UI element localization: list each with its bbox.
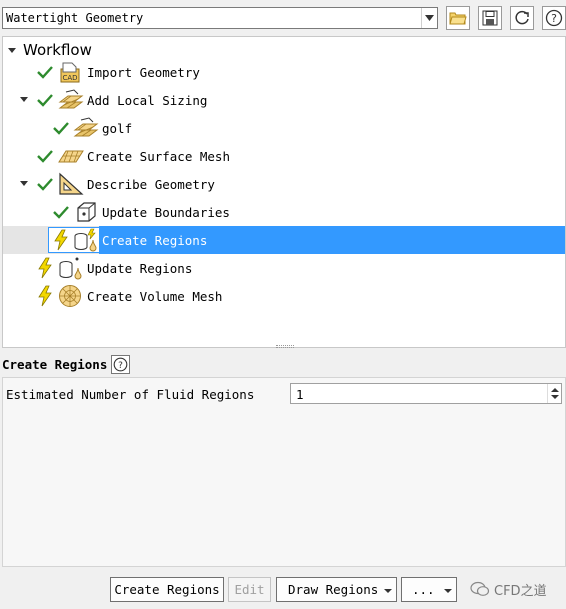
check-icon	[37, 150, 53, 163]
tree-item-label: Create Surface Mesh	[87, 149, 230, 164]
tree-item-create-surface-mesh[interactable]: Create Surface Mesh	[3, 142, 565, 170]
check-icon	[37, 178, 53, 191]
expand-arrow-icon[interactable]	[20, 97, 28, 102]
edit-button[interactable]: Edit	[228, 577, 271, 602]
refresh-icon	[515, 10, 529, 25]
tree-item-label: Import Geometry	[87, 65, 200, 80]
tree-root-label: Workflow	[23, 41, 92, 59]
tree-item-label: golf	[102, 121, 133, 136]
tree-item-create-regions[interactable]: Create Regions	[3, 226, 565, 254]
check-icon	[37, 66, 53, 79]
help-icon: ?	[114, 357, 128, 371]
describe-geometry-icon	[59, 172, 84, 195]
draw-regions-button[interactable]: Draw Regions	[276, 577, 397, 602]
task-title: Create Regions	[2, 356, 108, 372]
edit-button-label: Edit	[234, 582, 265, 597]
task-header: Create Regions ?	[2, 353, 131, 375]
lightning-icon	[38, 257, 52, 279]
expand-arrow-icon[interactable]	[8, 47, 16, 53]
chevron-down-icon[interactable]	[444, 589, 452, 593]
check-icon	[37, 94, 53, 107]
lightning-icon	[38, 285, 52, 307]
tree-root[interactable]: Workflow	[5, 40, 92, 60]
check-icon	[53, 206, 69, 219]
watermark-text: CFD之道	[494, 583, 547, 599]
help-button[interactable]: ?	[542, 6, 566, 30]
local-sizing-icon	[58, 89, 84, 109]
create-regions-button[interactable]: Create Regions	[110, 577, 224, 602]
wechat-icon	[470, 581, 490, 596]
svg-text:?: ?	[118, 361, 123, 371]
tree-item-import-geometry[interactable]: CAD Import Geometry	[3, 58, 565, 86]
update-regions-icon	[59, 257, 82, 280]
expand-arrow-icon[interactable]	[20, 181, 28, 186]
tree-item-label: Describe Geometry	[87, 177, 215, 192]
save-button[interactable]	[478, 6, 502, 30]
fluid-regions-value: 1	[296, 387, 304, 402]
lightning-icon	[54, 229, 68, 251]
tree-item-golf[interactable]: golf	[3, 114, 565, 142]
create-regions-button-label: Create Regions	[114, 582, 220, 597]
svg-text:?: ?	[551, 12, 557, 25]
task-help-button[interactable]: ?	[111, 354, 131, 374]
cad-import-icon: CAD	[60, 62, 80, 83]
tree-item-add-local-sizing[interactable]: Add Local Sizing	[3, 86, 565, 114]
workflow-type-value: Watertight Geometry	[6, 11, 144, 25]
panel-splitter[interactable]	[276, 345, 294, 348]
tree-item-label: Update Boundaries	[102, 205, 230, 220]
help-icon: ?	[545, 9, 563, 27]
tree-item-label: Add Local Sizing	[87, 93, 208, 108]
fluid-regions-label: Estimated Number of Fluid Regions	[6, 387, 255, 402]
tree-item-update-boundaries[interactable]: Update Boundaries	[3, 198, 565, 226]
tree-item-create-volume-mesh[interactable]: Create Volume Mesh	[3, 282, 565, 310]
tree-item-update-regions[interactable]: Update Regions	[3, 254, 565, 282]
open-folder-icon	[449, 12, 467, 25]
tree-item-describe-geometry[interactable]: Describe Geometry	[3, 170, 565, 198]
volume-mesh-icon	[59, 285, 81, 307]
fluid-regions-spinbox[interactable]: 1	[290, 383, 562, 404]
more-options-button[interactable]: ...	[401, 577, 457, 602]
chevron-down-icon[interactable]	[384, 589, 392, 593]
surface-mesh-icon	[58, 150, 84, 163]
spin-arrows[interactable]	[547, 384, 561, 403]
open-folder-button[interactable]	[446, 6, 470, 30]
tree-item-label: Create Volume Mesh	[87, 289, 223, 304]
chevron-down-icon[interactable]	[421, 8, 437, 28]
svg-text:CAD: CAD	[62, 74, 77, 82]
save-icon	[482, 10, 498, 26]
task-panel: Estimated Number of Fluid Regions 1	[2, 377, 566, 567]
create-regions-icon	[74, 228, 97, 252]
draw-regions-button-label: Draw Regions	[288, 582, 379, 597]
more-options-label: ...	[412, 582, 435, 597]
spin-up-down-icon	[551, 388, 559, 399]
tree-item-label: Update Regions	[87, 261, 193, 276]
local-sizing-icon	[73, 117, 99, 137]
check-icon	[53, 122, 69, 135]
watermark: CFD之道	[470, 578, 547, 600]
refresh-button[interactable]	[510, 6, 534, 30]
workflow-type-select[interactable]: Watertight Geometry	[2, 7, 438, 29]
update-boundaries-icon	[77, 202, 96, 222]
workflow-tree: Workflow CAD Import Geometry Add Local S…	[2, 36, 566, 348]
tree-item-label: Create Regions	[102, 233, 208, 248]
